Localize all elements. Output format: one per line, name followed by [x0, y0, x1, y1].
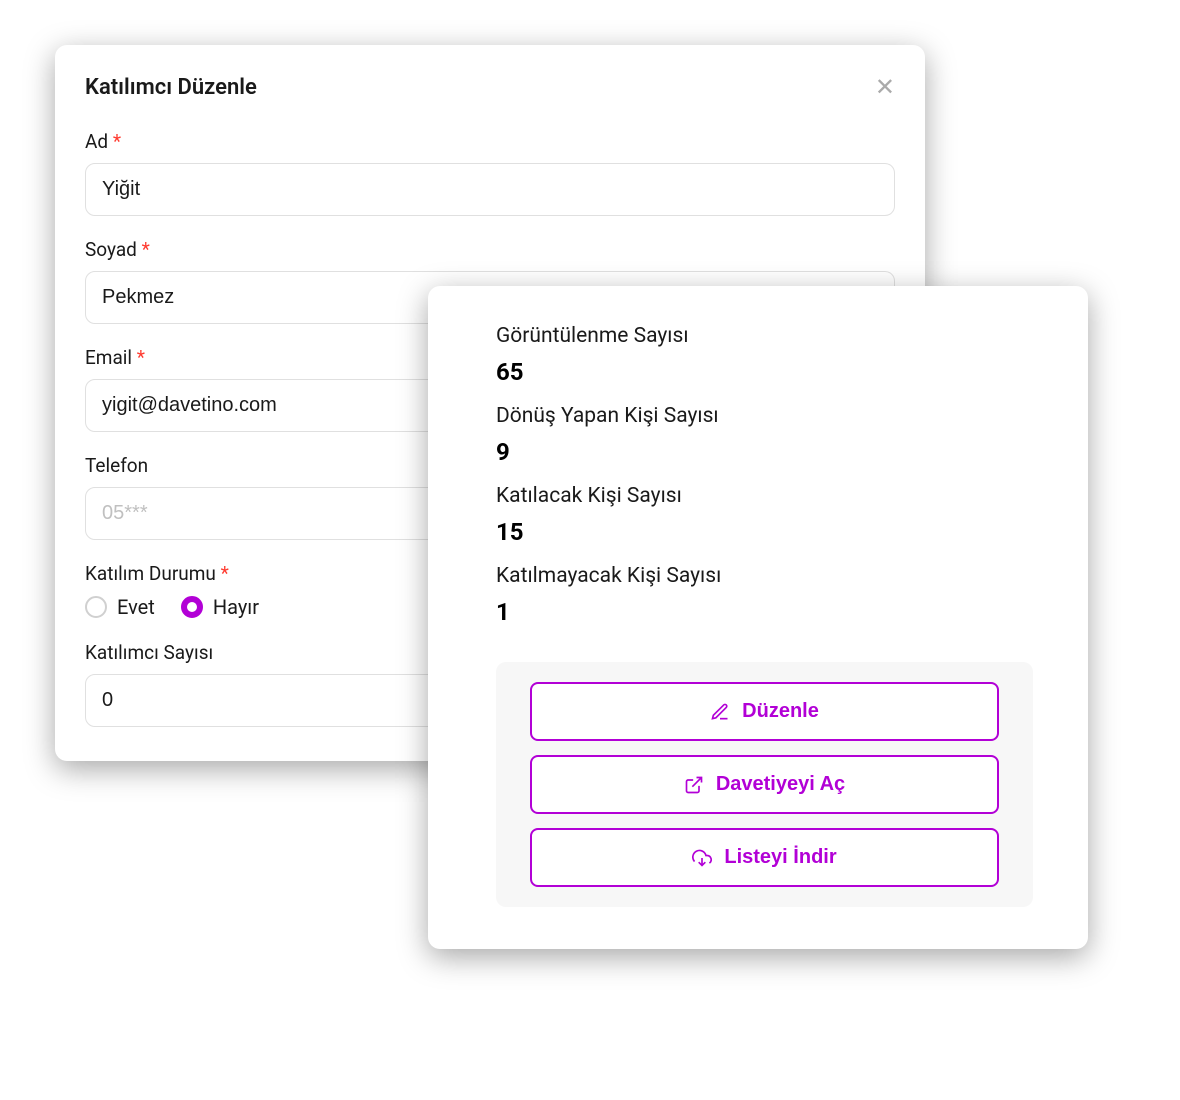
last-name-label: Soyad *: [85, 238, 895, 261]
dialog-header: Katılımcı Düzenle ✕: [85, 75, 895, 100]
responses-value: 9: [496, 438, 1033, 466]
close-icon: ✕: [875, 74, 895, 101]
edit-button[interactable]: Düzenle: [530, 682, 999, 741]
not-attending-label: Katılmayacak Kişi Sayısı: [496, 564, 1033, 588]
first-name-field-group: Ad *: [85, 130, 895, 216]
download-icon: [692, 848, 712, 868]
edit-button-label: Düzenle: [742, 700, 819, 723]
required-indicator: *: [113, 130, 121, 153]
attending-value: 15: [496, 518, 1033, 546]
radio-icon: [85, 596, 107, 618]
radio-selected-icon: [181, 596, 203, 618]
open-invitation-label: Davetiyeyi Aç: [716, 773, 845, 796]
required-indicator: *: [221, 562, 229, 585]
views-label: Görüntülenme Sayısı: [496, 324, 1033, 348]
download-list-button[interactable]: Listeyi İndir: [530, 828, 999, 887]
stats-panel: Görüntülenme Sayısı 65 Dönüş Yapan Kişi …: [428, 286, 1088, 949]
attending-label: Katılacak Kişi Sayısı: [496, 484, 1033, 508]
external-link-icon: [684, 775, 704, 795]
first-name-label: Ad *: [85, 130, 895, 153]
dialog-title: Katılımcı Düzenle: [85, 75, 257, 100]
not-attending-value: 1: [496, 598, 1033, 626]
radio-label-no: Hayır: [213, 595, 259, 619]
first-name-input[interactable]: [85, 163, 895, 216]
responses-label: Dönüş Yapan Kişi Sayısı: [496, 404, 1033, 428]
close-button[interactable]: ✕: [875, 76, 895, 100]
open-invitation-button[interactable]: Davetiyeyi Aç: [530, 755, 999, 814]
required-indicator: *: [137, 346, 145, 369]
pencil-icon: [710, 702, 730, 722]
attendance-no-radio[interactable]: Hayır: [181, 595, 259, 619]
download-list-label: Listeyi İndir: [724, 846, 836, 869]
radio-label-yes: Evet: [117, 595, 155, 619]
actions-container: Düzenle Davetiyeyi Aç Listeyi İndir: [496, 662, 1033, 907]
required-indicator: *: [142, 238, 150, 261]
attendance-yes-radio[interactable]: Evet: [85, 595, 155, 619]
views-value: 65: [496, 358, 1033, 386]
